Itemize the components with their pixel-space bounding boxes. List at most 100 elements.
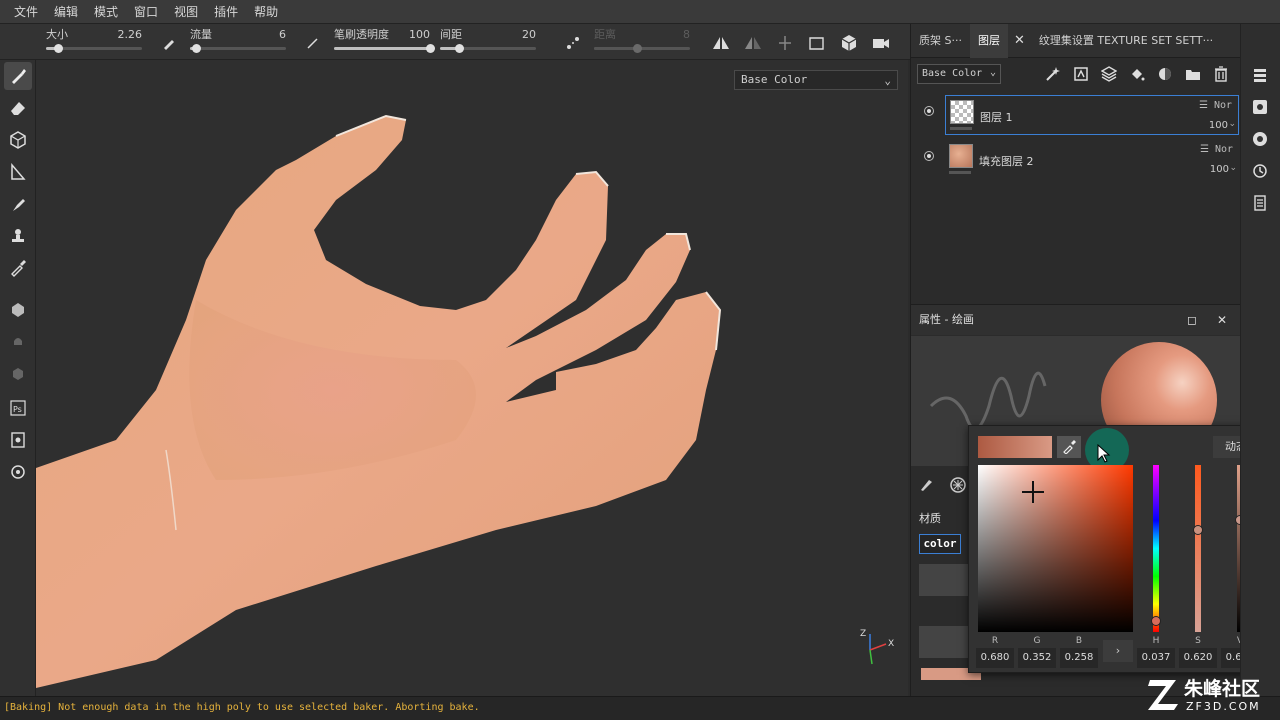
h-value-field[interactable]: 0.037: [1137, 648, 1175, 668]
photoshop-icon[interactable]: Ps: [4, 394, 32, 422]
size-slider-knob[interactable]: [53, 44, 63, 53]
s-value-field[interactable]: 0.620: [1179, 648, 1217, 668]
tab-texture-set-settings[interactable]: 纹理集设置 TEXTURE SET SETT···: [1031, 24, 1221, 58]
lazy-mouse-icon[interactable]: [562, 32, 584, 54]
menu-plugins[interactable]: 插件: [206, 3, 246, 20]
layers-stack-icon[interactable]: [1249, 64, 1271, 86]
spacing-slider-knob[interactable]: [455, 44, 465, 53]
trash-icon[interactable]: [1211, 64, 1231, 84]
3d-viewport[interactable]: Base Color ⌄ Z X: [36, 60, 908, 696]
eye-icon[interactable]: [924, 151, 934, 161]
g-label: G: [1033, 636, 1041, 646]
opacity-pen-icon[interactable]: [302, 32, 324, 54]
paint-bucket-icon[interactable]: [1127, 64, 1147, 84]
mirror-symmetry-icon[interactable]: [742, 32, 764, 54]
layer-row[interactable]: 图层 1 ☰ Nor 100 ⌄: [911, 92, 1241, 136]
eraser-icon[interactable]: [4, 94, 32, 122]
saturation-value-box[interactable]: [978, 465, 1133, 632]
brush-icon[interactable]: [919, 476, 935, 495]
flow-value[interactable]: 6: [279, 28, 286, 41]
paint-brush-icon[interactable]: [4, 62, 32, 90]
menu-help[interactable]: 帮助: [246, 3, 286, 20]
projection-tool-icon[interactable]: [4, 126, 32, 154]
add-mask-icon[interactable]: [1071, 64, 1091, 84]
flow-slider-knob[interactable]: [191, 44, 201, 53]
camera-icon[interactable]: [870, 32, 892, 54]
distance-value: 8: [683, 28, 690, 41]
close-icon[interactable]: ✕: [1217, 305, 1227, 335]
layer-blend-mode[interactable]: ☰ Nor: [1199, 100, 1232, 111]
hue-slider[interactable]: [1151, 465, 1161, 632]
polygon-fill-icon[interactable]: [4, 158, 32, 186]
layer-channel-select[interactable]: Base Color ⌄: [917, 64, 1001, 84]
distance-slider-knob[interactable]: [633, 44, 643, 53]
r-value-field[interactable]: 0.680: [976, 648, 1014, 668]
g-value-field[interactable]: 0.352: [1018, 648, 1056, 668]
viewport-channel-select[interactable]: Base Color ⌄: [734, 70, 898, 90]
size-slider[interactable]: 大小 2.26: [46, 26, 142, 58]
spacing-value[interactable]: 20: [522, 28, 536, 41]
material-slot[interactable]: [919, 564, 969, 596]
spacing-slider[interactable]: 间距 20: [440, 26, 536, 58]
material-slot[interactable]: [919, 626, 969, 658]
history-icon[interactable]: [1249, 160, 1271, 182]
mouse-cursor-icon: [1097, 444, 1111, 463]
flow-pen-icon[interactable]: [158, 32, 180, 54]
clone-stamp-icon[interactable]: [4, 222, 32, 250]
menu-view[interactable]: 视图: [166, 3, 206, 20]
tab-shelf[interactable]: 质架 S···: [911, 24, 970, 58]
bake-icon[interactable]: [4, 296, 32, 324]
material-label: 材质: [919, 512, 941, 525]
menu-edit[interactable]: 编辑: [46, 3, 86, 20]
close-icon[interactable]: ✕: [1008, 33, 1031, 48]
display-settings-icon[interactable]: [1249, 128, 1271, 150]
cube-icon[interactable]: [838, 32, 860, 54]
brush-opacity-value[interactable]: 100: [409, 28, 430, 41]
brush-opacity-slider-knob[interactable]: [426, 44, 435, 53]
layer-opacity[interactable]: 100: [1210, 164, 1229, 175]
eye-icon[interactable]: [924, 106, 934, 116]
chevron-right-icon[interactable]: ›: [1103, 640, 1133, 662]
projection-icon[interactable]: [774, 32, 796, 54]
size-value[interactable]: 2.26: [118, 28, 143, 41]
brush-opacity-slider[interactable]: 笔刷透明度 100: [334, 26, 435, 58]
chevron-down-icon[interactable]: ⌄: [1228, 119, 1236, 129]
log-icon[interactable]: [1249, 192, 1271, 214]
hue-slider-knob[interactable]: [1151, 616, 1161, 627]
saturation-slider[interactable]: [1193, 465, 1203, 632]
saturation-slider-knob[interactable]: [1193, 524, 1203, 535]
hand-model[interactable]: [36, 60, 908, 696]
tab-layers[interactable]: 图层: [969, 23, 1008, 58]
add-effect-icon[interactable]: [1043, 64, 1063, 84]
brush-toolbar: 大小 2.26 流量 6 笔刷透明度 100 间距 20 距离 8: [0, 24, 910, 60]
layer-blend-mode[interactable]: ☰ Nor: [1200, 144, 1233, 155]
color-picker-icon[interactable]: [4, 254, 32, 282]
smart-material-icon[interactable]: [1155, 64, 1175, 84]
flow-slider[interactable]: 流量 6: [190, 26, 286, 58]
status-bar: [Baking] Not enough data in the high pol…: [0, 696, 1280, 720]
layer-name[interactable]: 填充图层 2: [979, 153, 1034, 169]
layer-row[interactable]: 填充图层 2 ☰ Nor 100 ⌄: [911, 137, 1241, 181]
eyedropper-icon[interactable]: [1057, 436, 1081, 458]
color-channel-chip[interactable]: color: [919, 534, 961, 554]
panel-tabs: 质架 S··· 图层 ✕ 纹理集设置 TEXTURE SET SETT···: [911, 23, 1240, 58]
menu-file[interactable]: 文件: [6, 3, 46, 20]
symmetry-icon[interactable]: [710, 32, 732, 54]
plane-view-icon[interactable]: [806, 32, 828, 54]
alpha-icon[interactable]: [949, 476, 967, 497]
menu-mode[interactable]: 模式: [86, 3, 126, 20]
sync-icon[interactable]: [4, 458, 32, 486]
crosshair-icon[interactable]: [1022, 481, 1044, 503]
layer-opacity[interactable]: 100: [1209, 120, 1228, 131]
add-folder-icon[interactable]: [1183, 64, 1203, 84]
distance-slider[interactable]: 距离 8: [594, 26, 690, 58]
smudge-icon[interactable]: [4, 190, 32, 218]
chevron-down-icon[interactable]: ⌄: [1229, 163, 1237, 173]
b-value-field[interactable]: 0.258: [1060, 648, 1098, 668]
menu-window[interactable]: 窗口: [126, 3, 166, 20]
layer-name[interactable]: 图层 1: [980, 109, 1013, 125]
settings-icon[interactable]: [1249, 96, 1271, 118]
add-fill-layer-icon[interactable]: [1099, 64, 1119, 84]
maximize-icon[interactable]: ◻: [1187, 305, 1197, 335]
export-icon[interactable]: [4, 426, 32, 454]
